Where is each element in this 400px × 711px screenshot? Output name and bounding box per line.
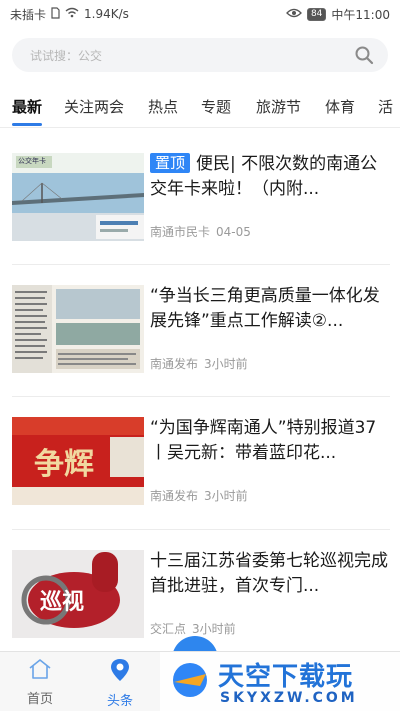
article-time: 3小时前 <box>192 622 236 636</box>
nav-home-label: 首页 <box>26 692 53 707</box>
tab-latest[interactable]: 最新 <box>12 96 42 117</box>
carrier-label: 未插卡 <box>10 7 47 22</box>
list-item[interactable]: 巡视 十三届江苏省委第七轮巡视完成首批进驻，首次专门... 交汇点 3小时前 <box>12 550 390 640</box>
list-item[interactable]: 公交年卡 置顶 便民| 不限次数的南通公交年卡来啦！（内附... 南通市民卡 04-… <box>12 153 390 243</box>
nav-home[interactable]: 首页 <box>10 658 70 707</box>
clock: 中午11:00 <box>331 7 390 22</box>
wifi-icon <box>65 7 79 21</box>
article-thumbnail: 争辉 <box>12 417 144 505</box>
watermark-logo: 天空下载玩 SKYXZW.COM <box>160 652 400 711</box>
article-source: 交汇点 <box>150 622 187 636</box>
article-source: 南通发布 <box>150 357 199 371</box>
divider <box>12 264 390 265</box>
list-item[interactable]: 争辉 “为国争辉南通人”特别报道37丨吴元新：带着蓝印花... 南通发布 3小时前 <box>12 417 390 507</box>
location-pin-icon <box>109 659 131 686</box>
tab-tourism-festival[interactable]: 旅游节 <box>256 96 301 117</box>
article-time: 04-05 <box>216 225 251 239</box>
home-icon <box>28 659 52 684</box>
tab-two-sessions[interactable]: 关注两会 <box>64 96 124 117</box>
divider <box>12 529 390 530</box>
tab-topics[interactable]: 专题 <box>201 96 231 117</box>
article-meta: 南通市民卡 04-05 <box>150 223 251 240</box>
article-meta: 南通发布 3小时前 <box>150 487 248 504</box>
article-time: 3小时前 <box>204 489 248 503</box>
article-title[interactable]: “为国争辉南通人”特别报道37丨吴元新：带着蓝印花... <box>150 416 392 466</box>
thumbnail-caption: 争辉 <box>34 447 94 482</box>
search-bar[interactable]: 试试搜：公交 <box>12 38 388 72</box>
search-icon[interactable] <box>354 45 374 65</box>
article-source: 南通市民卡 <box>150 225 211 239</box>
article-source: 南通发布 <box>150 489 199 503</box>
search-input[interactable]: 试试搜：公交 <box>30 47 102 64</box>
watermark-domain: SKYXZW.COM <box>220 690 358 706</box>
list-item[interactable]: “争当长三角更高质量一体化发展先锋”重点工作解读②... 南通发布 3小时前 <box>12 285 390 375</box>
article-thumbnail: 巡视 <box>12 550 144 638</box>
article-meta: 交汇点 3小时前 <box>150 620 236 637</box>
tab-sports[interactable]: 体育 <box>325 96 355 117</box>
pinned-badge: 置顶 <box>150 153 191 173</box>
article-title[interactable]: 十三届江苏省委第七轮巡视完成首批进驻，首次专门... <box>150 549 392 599</box>
article-title[interactable]: 置顶 便民| 不限次数的南通公交年卡来啦！（内附... <box>150 152 392 202</box>
tab-hot[interactable]: 热点 <box>148 96 178 117</box>
article-time: 3小时前 <box>204 357 248 371</box>
nav-headlines-label: 头条 <box>106 694 133 709</box>
eye-icon <box>286 7 302 21</box>
active-tab-indicator <box>12 123 42 126</box>
article-thumbnail: 公交年卡 <box>12 153 144 241</box>
network-speed: 1.94K/s <box>84 7 129 21</box>
nav-headlines[interactable]: 头条 <box>90 658 150 709</box>
article-meta: 南通发布 3小时前 <box>150 355 248 372</box>
article-thumbnail <box>12 285 144 373</box>
divider <box>12 396 390 397</box>
article-title[interactable]: “争当长三角更高质量一体化发展先锋”重点工作解读②... <box>150 284 392 334</box>
tab-more[interactable]: 活 <box>378 96 393 117</box>
battery-icon: 84 <box>306 7 327 21</box>
thumbnail-caption: 公交年卡 <box>18 157 46 165</box>
thumbnail-caption: 巡视 <box>40 590 85 615</box>
sim-icon <box>51 6 60 22</box>
category-tabs: 最新 关注两会 热点 专题 旅游节 体育 活 <box>0 88 400 128</box>
status-bar: 未插卡 1.94K/s 84 中午11:00 <box>0 0 400 28</box>
watermark-brand: 天空下载玩 <box>218 662 354 692</box>
